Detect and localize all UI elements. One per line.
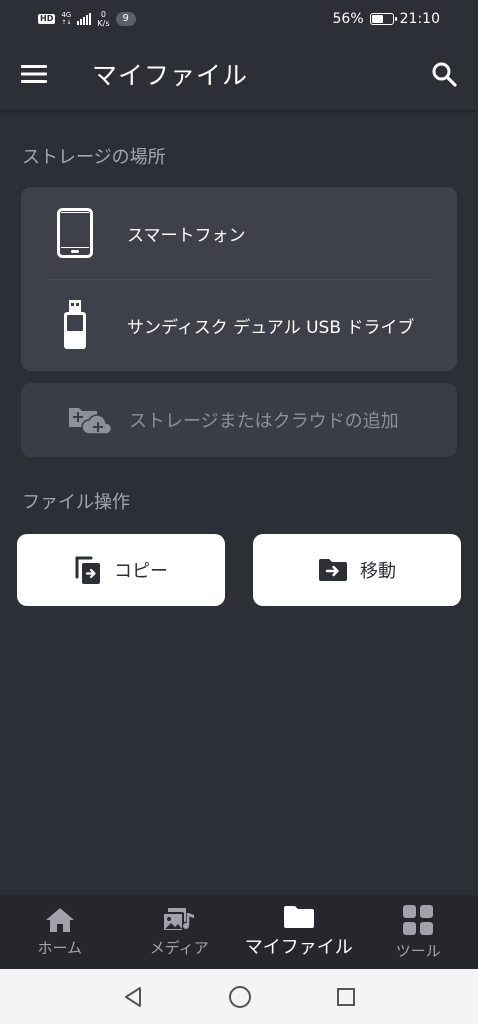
battery-fill	[371, 15, 383, 23]
battery-percent: 56%	[332, 11, 364, 27]
home-circle-icon[interactable]	[228, 985, 252, 1009]
nav-label-home: ホーム	[37, 938, 83, 957]
recents-square-icon[interactable]	[336, 987, 356, 1007]
nav-item-my-files[interactable]: マイファイル	[239, 895, 359, 969]
nav-label-tools: ツール	[395, 941, 441, 960]
hd-indicator: HD	[38, 14, 56, 24]
status-left: HD 4G ↑↓ 0 K/s 9	[38, 10, 136, 28]
add-storage-label: ストレージまたはクラウドの追加	[129, 411, 399, 432]
grid-icon	[403, 904, 434, 935]
system-navigation-bar	[0, 969, 478, 1024]
move-to-folder-icon	[319, 559, 347, 581]
app-bar: マイファイル	[0, 38, 478, 110]
storage-item-label: サンディスク デュアル USB ドライブ	[127, 317, 415, 338]
folder-icon	[283, 906, 314, 928]
network-indicator: 4G ↑↓	[61, 11, 72, 27]
storage-list: スマートフォン サンディスク デュアル USB ドライブ	[21, 187, 457, 371]
battery-icon	[369, 13, 397, 25]
notification-badge: 9	[115, 12, 136, 26]
hamburger-menu-icon	[21, 65, 47, 83]
file-ops-section-title: ファイル操作	[22, 492, 130, 513]
back-icon[interactable]	[122, 986, 144, 1008]
search-icon	[432, 62, 457, 87]
nav-item-tools[interactable]: ツール	[359, 895, 478, 969]
nav-label-my-files: マイファイル	[244, 937, 353, 958]
move-button[interactable]: 移動	[253, 534, 461, 606]
move-label: 移動	[360, 561, 396, 582]
storage-section-title: ストレージの場所	[22, 147, 166, 168]
clock: 21:10	[399, 11, 440, 27]
copy-icon	[75, 556, 100, 584]
nav-label-media: メディア	[149, 938, 209, 957]
status-right: 56% 21:10	[333, 11, 440, 27]
page-title: マイファイル	[92, 61, 249, 90]
smartphone-icon	[53, 208, 97, 258]
nav-item-home[interactable]: ホーム	[0, 895, 120, 969]
usb-drive-icon	[53, 300, 97, 350]
network-label: 4G	[61, 11, 72, 19]
copy-button[interactable]: コピー	[17, 534, 225, 606]
speed-value: 0	[100, 10, 106, 19]
signal-icon	[77, 13, 92, 25]
status-bar: HD 4G ↑↓ 0 K/s 9 56% 21:10	[0, 0, 478, 38]
storage-item-label: スマートフォン	[127, 225, 246, 246]
media-icon	[162, 907, 195, 932]
search-button[interactable]	[424, 54, 464, 94]
menu-button[interactable]	[16, 56, 52, 92]
bottom-navigation: ホーム メディア マイファイル ツール	[0, 895, 478, 969]
add-storage-button[interactable]: ストレージまたはクラウドの追加	[21, 383, 457, 457]
copy-label: コピー	[114, 561, 168, 582]
storage-item-usb-drive[interactable]: サンディスク デュアル USB ドライブ	[21, 279, 457, 371]
speed-unit: K/s	[97, 19, 110, 28]
storage-item-smartphone[interactable]: スマートフォン	[21, 187, 457, 279]
add-cloud-storage-icon	[69, 408, 113, 435]
nav-item-media[interactable]: メディア	[120, 895, 240, 969]
home-icon	[45, 907, 74, 932]
network-speed: 0 K/s	[97, 10, 109, 28]
